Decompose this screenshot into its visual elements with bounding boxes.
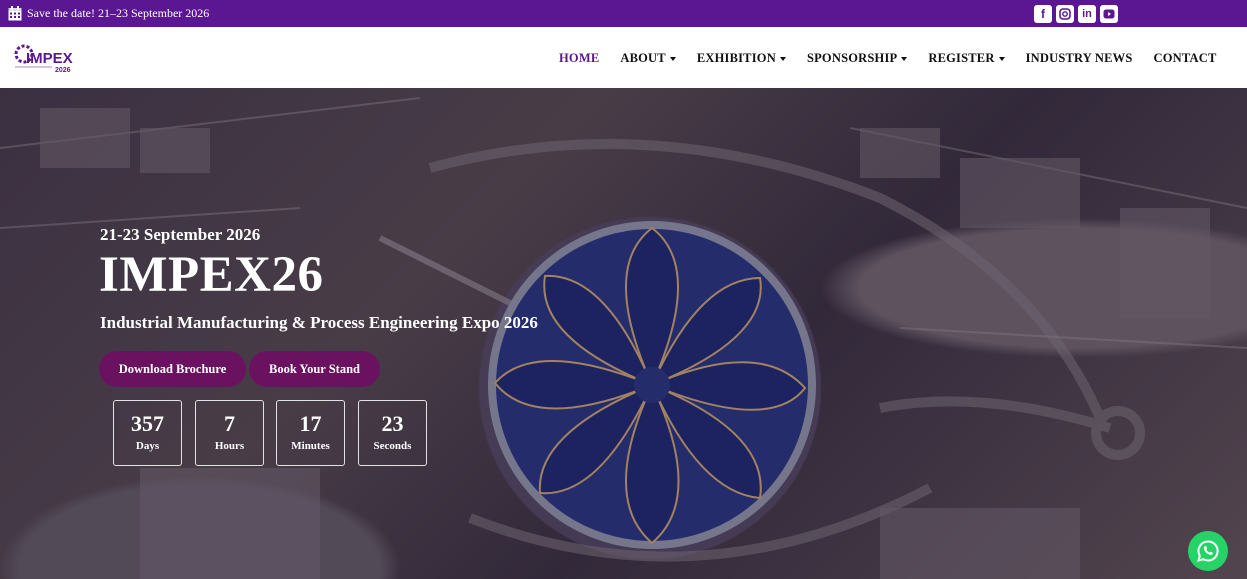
hero-overlay [0, 88, 1247, 579]
social-links: f in [1034, 5, 1118, 23]
countdown-value: 357 [131, 411, 164, 436]
linkedin-icon[interactable]: in [1078, 5, 1096, 23]
save-the-date: Save the date! 21–23 September 2026 [8, 6, 209, 21]
caret-down-icon [998, 56, 1005, 61]
countdown-label: Hours [214, 440, 245, 452]
nav-menu: HOME ABOUT EXHIBITION SPONSORSHIP REGIST… [548, 51, 1227, 66]
caret-down-icon [669, 56, 676, 61]
instagram-icon[interactable] [1056, 5, 1074, 23]
countdown-seconds: 23 Seconds [358, 400, 427, 466]
nav-sponsorship[interactable]: SPONSORSHIP [796, 51, 917, 66]
event-date: 21-23 September 2026 [100, 225, 261, 244]
nav-register[interactable]: REGISTER [918, 51, 1015, 66]
youtube-icon[interactable] [1100, 5, 1118, 23]
svg-text:2026: 2026 [55, 67, 71, 74]
main-navbar: IMPEX 2026 HOME ABOUT EXHIBITION SPONSOR… [0, 27, 1247, 88]
countdown-value: 7 [224, 411, 235, 436]
event-title: IMPEX26 [99, 247, 324, 303]
download-brochure-button[interactable]: Download Brochure [99, 351, 246, 387]
svg-text:IMPEX: IMPEX [26, 50, 73, 67]
whatsapp-icon [1197, 540, 1219, 562]
countdown-label: Days [135, 440, 160, 452]
impex-logo[interactable]: IMPEX 2026 [14, 42, 76, 74]
caret-down-icon [901, 56, 908, 61]
book-your-stand-button[interactable]: Book Your Stand [249, 351, 380, 387]
save-the-date-text: Save the date! 21–23 September 2026 [27, 6, 210, 20]
nav-exhibition[interactable]: EXHIBITION [686, 51, 796, 66]
whatsapp-button[interactable] [1188, 531, 1228, 571]
nav-about[interactable]: ABOUT [610, 51, 686, 66]
countdown-days: 357 Days [113, 400, 182, 466]
countdown-hours: 7 Hours [195, 400, 264, 466]
countdown-minutes: 17 Minutes [276, 400, 345, 466]
countdown-label: Seconds [373, 440, 412, 452]
calendar-icon [8, 6, 22, 21]
nav-home[interactable]: HOME [548, 51, 609, 66]
countdown-value: 17 [299, 411, 322, 436]
event-subtitle: Industrial Manufacturing & Process Engin… [100, 313, 538, 332]
caret-down-icon [779, 56, 786, 61]
facebook-icon[interactable]: f [1034, 5, 1052, 23]
countdown-label: Minutes [291, 440, 330, 452]
top-bar: Save the date! 21–23 September 2026 f in [0, 0, 1247, 27]
nav-contact[interactable]: CONTACT [1143, 51, 1227, 66]
countdown-value: 23 [381, 411, 404, 436]
hero-section: 21-23 September 2026 IMPEX26 Industrial … [0, 88, 1247, 579]
nav-industry-news[interactable]: INDUSTRY NEWS [1015, 51, 1143, 66]
